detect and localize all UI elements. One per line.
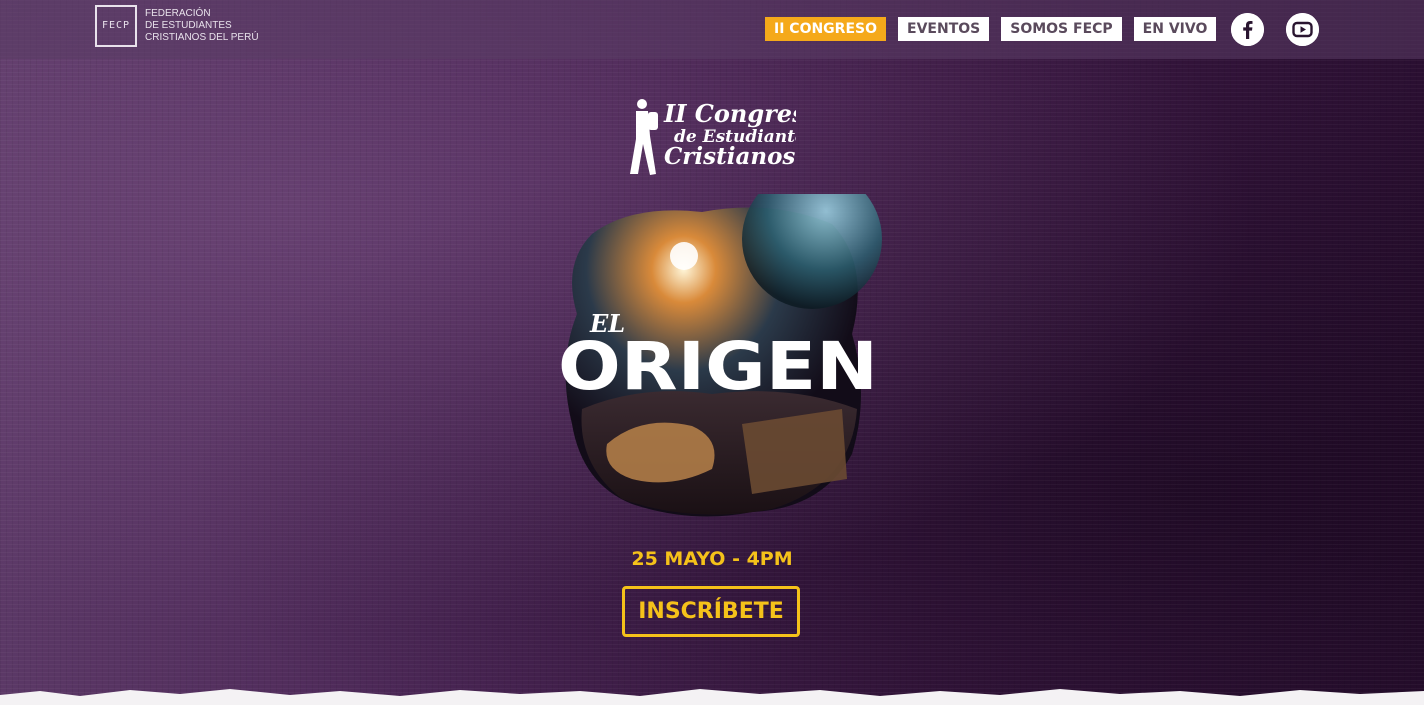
el-origen-poster: EL ORIGEN (558, 194, 882, 517)
star-glow (670, 242, 698, 270)
facebook-link[interactable] (1231, 13, 1264, 46)
congress-line-3: Cristianos (664, 143, 795, 170)
register-button[interactable]: INSCRÍBETE (622, 586, 800, 637)
brand-mark: FECP (95, 5, 137, 47)
congress-logo: II Congreso de Estudiantes Cristianos (630, 99, 796, 175)
brand-line-3: CRISTIANOS DEL PERÚ (145, 32, 259, 43)
youtube-link[interactable] (1286, 13, 1319, 46)
nav-item-somos-fecp[interactable]: SOMOS FECP (1001, 17, 1122, 41)
brand-logo[interactable]: FECP FEDERACIÓN DE ESTUDIANTES CRISTIANO… (95, 5, 259, 47)
youtube-icon (1286, 13, 1319, 46)
brand-line-2: DE ESTUDIANTES (145, 20, 232, 31)
main-nav: II CONGRESO EVENTOS SOMOS FECP EN VIVO (765, 17, 1217, 41)
nav-item-en-vivo[interactable]: EN VIVO (1133, 17, 1217, 41)
torn-paper-edge (0, 689, 1424, 705)
nav-item-eventos[interactable]: EVENTOS (898, 17, 990, 41)
brand-text: FEDERACIÓN DE ESTUDIANTES CRISTIANOS DEL… (145, 8, 259, 44)
poster-title: ORIGEN (558, 328, 878, 405)
event-date: 25 MAYO - 4PM (631, 548, 793, 570)
hero-section: II Congreso de Estudiantes Cristianos (0, 59, 1424, 699)
facebook-icon (1231, 13, 1264, 46)
brand-line-1: FEDERACIÓN (145, 8, 211, 19)
social-links (1231, 13, 1319, 46)
congress-line-1: II Congreso (663, 99, 796, 128)
nav-item-ii-congreso[interactable]: II CONGRESO (765, 17, 887, 41)
top-navigation-bar: FECP FEDERACIÓN DE ESTUDIANTES CRISTIANO… (0, 0, 1424, 59)
ark-graphic (742, 409, 847, 494)
hiker-icon (630, 99, 658, 175)
